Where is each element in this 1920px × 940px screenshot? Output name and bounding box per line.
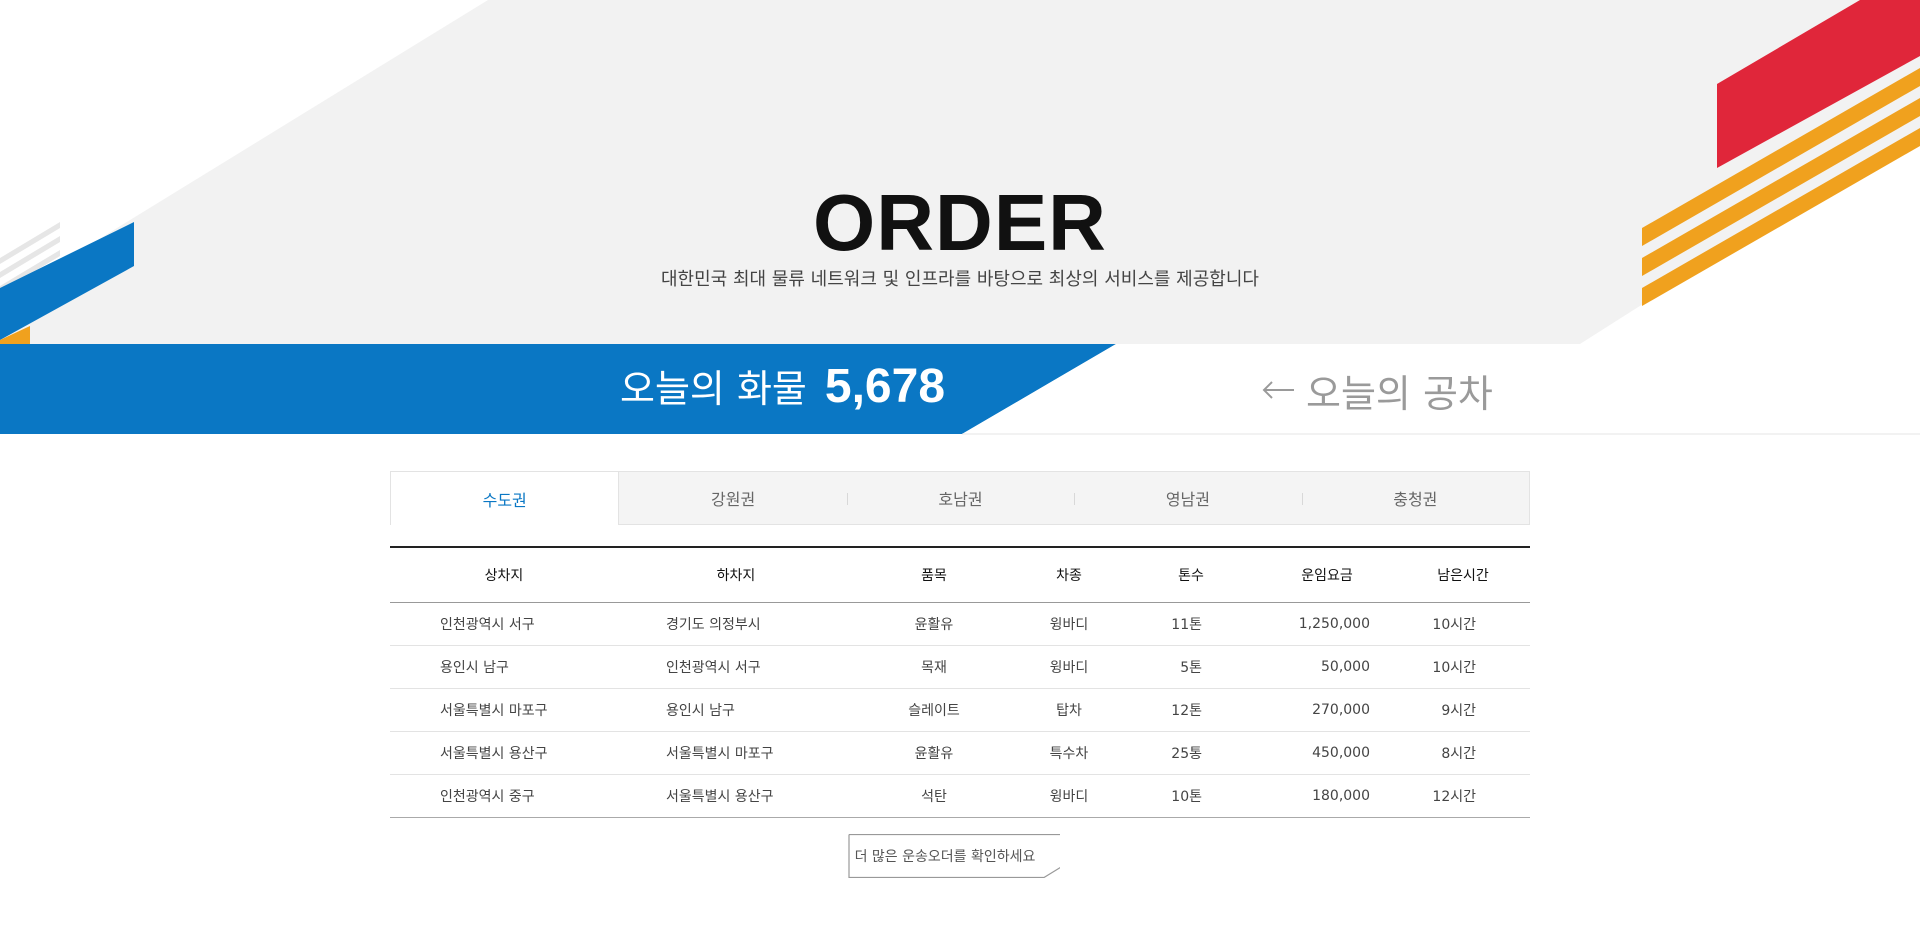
cell-tonnage: 10톤 bbox=[1124, 774, 1258, 818]
todays-cargo-banner: 오늘의 화물 5,678 bbox=[620, 358, 945, 418]
cell-destination: 서울특별시 용산구 bbox=[618, 774, 854, 818]
tab-chungcheong[interactable]: 충청권 bbox=[1301, 472, 1529, 524]
todays-cargo-label: 오늘의 화물 bbox=[620, 367, 807, 411]
tab-gangwon[interactable]: 강원권 bbox=[619, 472, 846, 524]
cell-item: 목재 bbox=[854, 645, 1014, 689]
table-row[interactable]: 인천광역시 서구 경기도 의정부시 윤활유 윙바디 11톤 1,250,000 … bbox=[390, 602, 1530, 646]
cell-remaining-time: 12시간 bbox=[1396, 774, 1530, 818]
cell-tonnage: 12톤 bbox=[1124, 688, 1258, 732]
cell-fare: 180,000 bbox=[1258, 774, 1396, 818]
cell-origin: 서울특별시 마포구 bbox=[390, 688, 618, 732]
cell-origin: 용인시 남구 bbox=[390, 645, 618, 689]
column-header-tonnage: 톤수 bbox=[1178, 568, 1204, 584]
cell-destination: 용인시 남구 bbox=[618, 688, 854, 732]
column-header-fare: 운임요금 bbox=[1301, 568, 1353, 584]
cell-item: 석탄 bbox=[854, 774, 1014, 818]
table-header-row: 상차지 하차지 품목 차종 톤수 운임요금 남은시간 bbox=[390, 547, 1530, 603]
page-title: ORDER bbox=[813, 178, 1107, 267]
cell-destination: 서울특별시 마포구 bbox=[618, 731, 854, 775]
tab-sudogwon[interactable]: 수도권 bbox=[390, 471, 620, 525]
page-subtitle: 대한민국 최대 물류 네트워크 및 인프라를 바탕으로 최상의 서비스를 제공합… bbox=[661, 269, 1259, 290]
more-orders-button[interactable]: 더 많은 운송오더를 확인하세요 bbox=[848, 834, 1060, 878]
column-header-remaining-time: 남은시간 bbox=[1437, 568, 1489, 584]
region-tabs: 수도권 강원권 호남권 영남권 충청권 bbox=[390, 471, 1530, 525]
cell-destination: 인천광역시 서구 bbox=[618, 645, 854, 689]
tab-honam[interactable]: 호남권 bbox=[846, 472, 1074, 524]
cell-item: 윤활유 bbox=[854, 602, 1014, 646]
arrow-left-icon bbox=[1262, 381, 1294, 399]
cell-vehicle: 특수차 bbox=[1014, 731, 1124, 775]
cell-destination: 경기도 의정부시 bbox=[618, 602, 854, 646]
table-row[interactable]: 인천광역시 중구 서울특별시 용산구 석탄 윙바디 10톤 180,000 12… bbox=[390, 774, 1530, 818]
cell-tonnage: 25통 bbox=[1124, 731, 1258, 775]
table-row[interactable]: 서울특별시 용산구 서울특별시 마포구 윤활유 특수차 25통 450,000 … bbox=[390, 731, 1530, 775]
table-row[interactable]: 용인시 남구 인천광역시 서구 목재 윙바디 5톤 50,000 10시간 bbox=[390, 645, 1530, 689]
cell-vehicle: 윙바디 bbox=[1014, 774, 1124, 818]
cell-item: 슬레이트 bbox=[854, 688, 1014, 732]
todays-cargo-count: 5,678 bbox=[824, 360, 946, 413]
todays-empty-truck-label: 오늘의 공차 bbox=[1306, 371, 1493, 416]
cell-origin: 인천광역시 중구 bbox=[390, 774, 618, 818]
orders-table: 상차지 하차지 품목 차종 톤수 운임요금 남은시간 인천광역시 서구 경기도 … bbox=[390, 546, 1530, 818]
cell-item: 윤활유 bbox=[854, 731, 1014, 775]
cell-tonnage: 11톤 bbox=[1124, 602, 1258, 646]
cell-vehicle: 탑차 bbox=[1014, 688, 1124, 732]
cell-tonnage: 5톤 bbox=[1124, 645, 1258, 689]
cell-origin: 인천광역시 서구 bbox=[390, 602, 618, 646]
column-header-destination: 하차지 bbox=[716, 568, 756, 584]
more-orders-label: 더 많은 운송오더를 확인하세요 bbox=[854, 849, 1036, 865]
table-row[interactable]: 서울특별시 마포구 용인시 남구 슬레이트 탑차 12톤 270,000 9시간 bbox=[390, 688, 1530, 732]
cell-remaining-time: 10시간 bbox=[1396, 645, 1530, 689]
cell-fare: 50,000 bbox=[1258, 645, 1396, 689]
column-header-origin: 상차지 bbox=[484, 568, 524, 584]
cell-remaining-time: 8시간 bbox=[1396, 731, 1530, 775]
column-header-vehicle: 차종 bbox=[1056, 568, 1082, 584]
cell-remaining-time: 9시간 bbox=[1396, 688, 1530, 732]
cell-origin: 서울특별시 용산구 bbox=[390, 731, 618, 775]
cell-fare: 450,000 bbox=[1258, 731, 1396, 775]
tab-yeongnam[interactable]: 영남권 bbox=[1074, 472, 1301, 524]
cell-remaining-time: 10시간 bbox=[1396, 602, 1530, 646]
cell-fare: 270,000 bbox=[1258, 688, 1396, 732]
column-header-item: 품목 bbox=[921, 568, 947, 584]
cell-vehicle: 윙바디 bbox=[1014, 645, 1124, 689]
cell-fare: 1,250,000 bbox=[1258, 602, 1396, 646]
cell-vehicle: 윙바디 bbox=[1014, 602, 1124, 646]
todays-empty-truck-link[interactable]: 오늘의 공차 bbox=[1262, 360, 1493, 420]
